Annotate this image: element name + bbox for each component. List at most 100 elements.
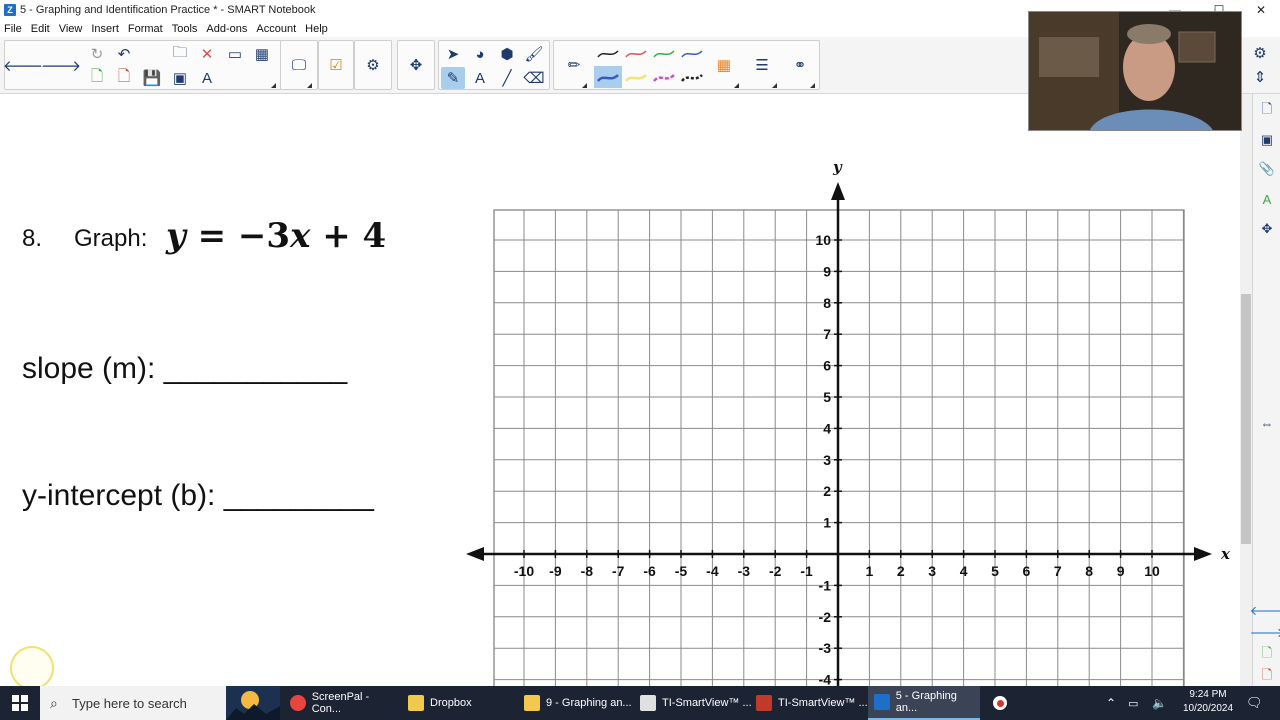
properties-icon[interactable]: A [1258, 190, 1276, 208]
shapes-tool-icon[interactable]: ◕ [468, 43, 492, 65]
delete-icon[interactable]: ✕ [195, 43, 219, 65]
x-tick-label: 8 [1085, 563, 1093, 579]
eraser-icon[interactable]: ⌫ [522, 67, 546, 89]
menu-format[interactable]: Format [128, 23, 163, 35]
menu-tools[interactable]: Tools [172, 23, 198, 35]
table-icon[interactable]: ▦ [250, 43, 274, 65]
shape-icon[interactable]: ▭ [223, 43, 247, 65]
display-icon[interactable]: 🖵 [287, 54, 311, 76]
page-sorter-icon[interactable]: 🗋 [1258, 101, 1276, 120]
taskbar-record-button[interactable] [986, 686, 1014, 720]
notebook-page[interactable]: 8. Graph: y = −3x + 4 slope (m): _______… [0, 94, 1238, 686]
close-button[interactable]: ✕ [1246, 0, 1276, 20]
dropdown-arrow-icon[interactable] [734, 83, 739, 88]
taskbar-app-label: 9 - Graphing an... [546, 697, 632, 709]
gallery-icon[interactable]: ▣ [1258, 131, 1276, 149]
x-axis-label: x [1220, 545, 1231, 563]
taskbar-app-smart-notebook[interactable]: 5 - Graphing an... [868, 686, 980, 720]
save-icon[interactable]: 💾 [140, 67, 164, 89]
response-icon[interactable]: ☑ [324, 54, 348, 76]
taskbar-search[interactable]: ⌕ Type here to search [40, 686, 280, 720]
menu-account[interactable]: Account [256, 23, 296, 35]
next-page-icon[interactable]: 🡒 [41, 54, 81, 76]
toolbar-group-pens: ✏ ▦ ☰ ⚭ [553, 40, 820, 90]
windows-taskbar: ⌕ Type here to search ScreenPal - Con...… [0, 686, 1280, 720]
ti-smartview-icon [640, 695, 656, 711]
x-tick-label: 1 [866, 563, 874, 579]
y-tick-label: 4 [823, 420, 831, 436]
start-button[interactable] [0, 686, 40, 720]
select-pointer-icon[interactable]: ➤ [441, 43, 465, 65]
resize-panel-icon[interactable]: ⇔ [1258, 414, 1276, 432]
record-icon [993, 696, 1007, 710]
dropdown-arrow-icon[interactable] [582, 83, 587, 88]
menu-help[interactable]: Help [305, 23, 328, 35]
dropdown-arrow-icon[interactable] [307, 83, 312, 88]
lab-activity-icon[interactable]: ⚙ [361, 54, 385, 76]
network-icon[interactable]: ▭ [1128, 686, 1144, 720]
vertical-scrollbar[interactable] [1240, 94, 1252, 686]
dropdown-arrow-icon[interactable] [772, 83, 777, 88]
notifications-icon[interactable]: 🗨 [1246, 686, 1266, 720]
side-tab-panel: 🗋 ▣ 📎 A ✥ ⇔ 🡐 🡒 🗋 🗋 [1250, 94, 1280, 686]
taskbar-app-ti-smartview-2[interactable]: TI-SmartView™ ... [756, 686, 868, 720]
menu-edit[interactable]: Edit [31, 23, 50, 35]
clock-time: 9:24 PM [1189, 689, 1227, 700]
settings-gear-icon[interactable]: ⚙ [1248, 42, 1272, 64]
color-palette-icon[interactable]: ▦ [712, 54, 736, 76]
taskbar-app-label: TI-SmartView™ ... [662, 697, 752, 709]
addons-icon[interactable]: ✥ [1258, 220, 1276, 238]
prev-page-side-icon[interactable]: 🡐 [1250, 602, 1280, 620]
x-tick-label: -7 [612, 563, 625, 579]
ti-smartview-icon [756, 695, 772, 711]
redo-icon[interactable]: ↻ [85, 43, 109, 65]
x-tick-label: -2 [769, 563, 782, 579]
taskbar-app-ti-smartview-1[interactable]: TI-SmartView™ ... [640, 686, 752, 720]
pen-icon[interactable]: ✏ [562, 54, 586, 76]
chrome-icon [290, 695, 306, 711]
taskbar-app-graphing-9[interactable]: 9 - Graphing an... [524, 686, 634, 720]
line-style-icon[interactable]: ☰ [750, 54, 774, 76]
undo-icon[interactable]: ↶ [112, 43, 136, 65]
taskbar-app-dropbox[interactable]: Dropbox [408, 686, 518, 720]
previous-page-icon[interactable]: 🡐 [3, 54, 43, 76]
next-page-side-icon[interactable]: 🡒 [1250, 624, 1280, 642]
x-axis-arrow-right [1194, 547, 1212, 561]
text-format-icon[interactable]: A [195, 67, 219, 89]
x-tick-label: -5 [675, 563, 688, 579]
dropdown-arrow-icon[interactable] [810, 83, 815, 88]
tray-chevron-icon[interactable]: ⌃ [1106, 686, 1122, 720]
taskbar-app-screenpal[interactable]: ScreenPal - Con... [290, 686, 400, 720]
line-tool-icon[interactable]: ╱ [495, 67, 519, 89]
pens-tool-icon[interactable]: ✎ [441, 67, 465, 89]
add-page-side-icon[interactable]: 🗋 [1258, 645, 1276, 664]
x-tick-label: 2 [897, 563, 905, 579]
taskbar-app-label: Dropbox [430, 697, 472, 709]
delete-page-icon[interactable]: 🗋 [112, 67, 136, 89]
puzzle-icon[interactable]: ✥ [404, 54, 428, 76]
link-icon[interactable]: ⚭ [788, 54, 812, 76]
delete-page-side-icon[interactable]: 🗋 [1258, 667, 1276, 686]
volume-icon[interactable]: 🔈 [1152, 686, 1168, 720]
window-title: 5 - Graphing and Identification Practice… [20, 4, 316, 16]
move-toolbar-icon[interactable]: ⇕ [1248, 66, 1272, 88]
dropdown-arrow-icon[interactable] [271, 83, 276, 88]
fill-bucket-icon[interactable]: 🖌 [522, 43, 546, 65]
screen-shade-icon[interactable]: ▣ [168, 67, 192, 89]
menu-insert[interactable]: Insert [91, 23, 119, 35]
text-tool-icon[interactable]: A [468, 67, 492, 89]
scrollbar-thumb[interactable] [1241, 294, 1251, 544]
attachments-icon[interactable]: 📎 [1258, 160, 1276, 178]
menu-file[interactable]: File [4, 23, 22, 35]
y-tick-label: 3 [823, 452, 831, 468]
taskbar-clock[interactable]: 9:24 PM 10/20/2024 [1176, 688, 1240, 718]
y-tick-label: 9 [823, 263, 831, 279]
clock-date: 10/20/2024 [1182, 703, 1234, 714]
open-file-icon[interactable]: 🗀 [168, 43, 192, 65]
menu-addons[interactable]: Add-ons [206, 23, 247, 35]
fill-tool-icon[interactable]: ⬢ [495, 43, 519, 65]
x-tick-label: 7 [1054, 563, 1062, 579]
y-tick-label: 8 [823, 295, 831, 311]
add-page-icon[interactable]: 🗋 [85, 67, 109, 89]
menu-view[interactable]: View [59, 23, 83, 35]
